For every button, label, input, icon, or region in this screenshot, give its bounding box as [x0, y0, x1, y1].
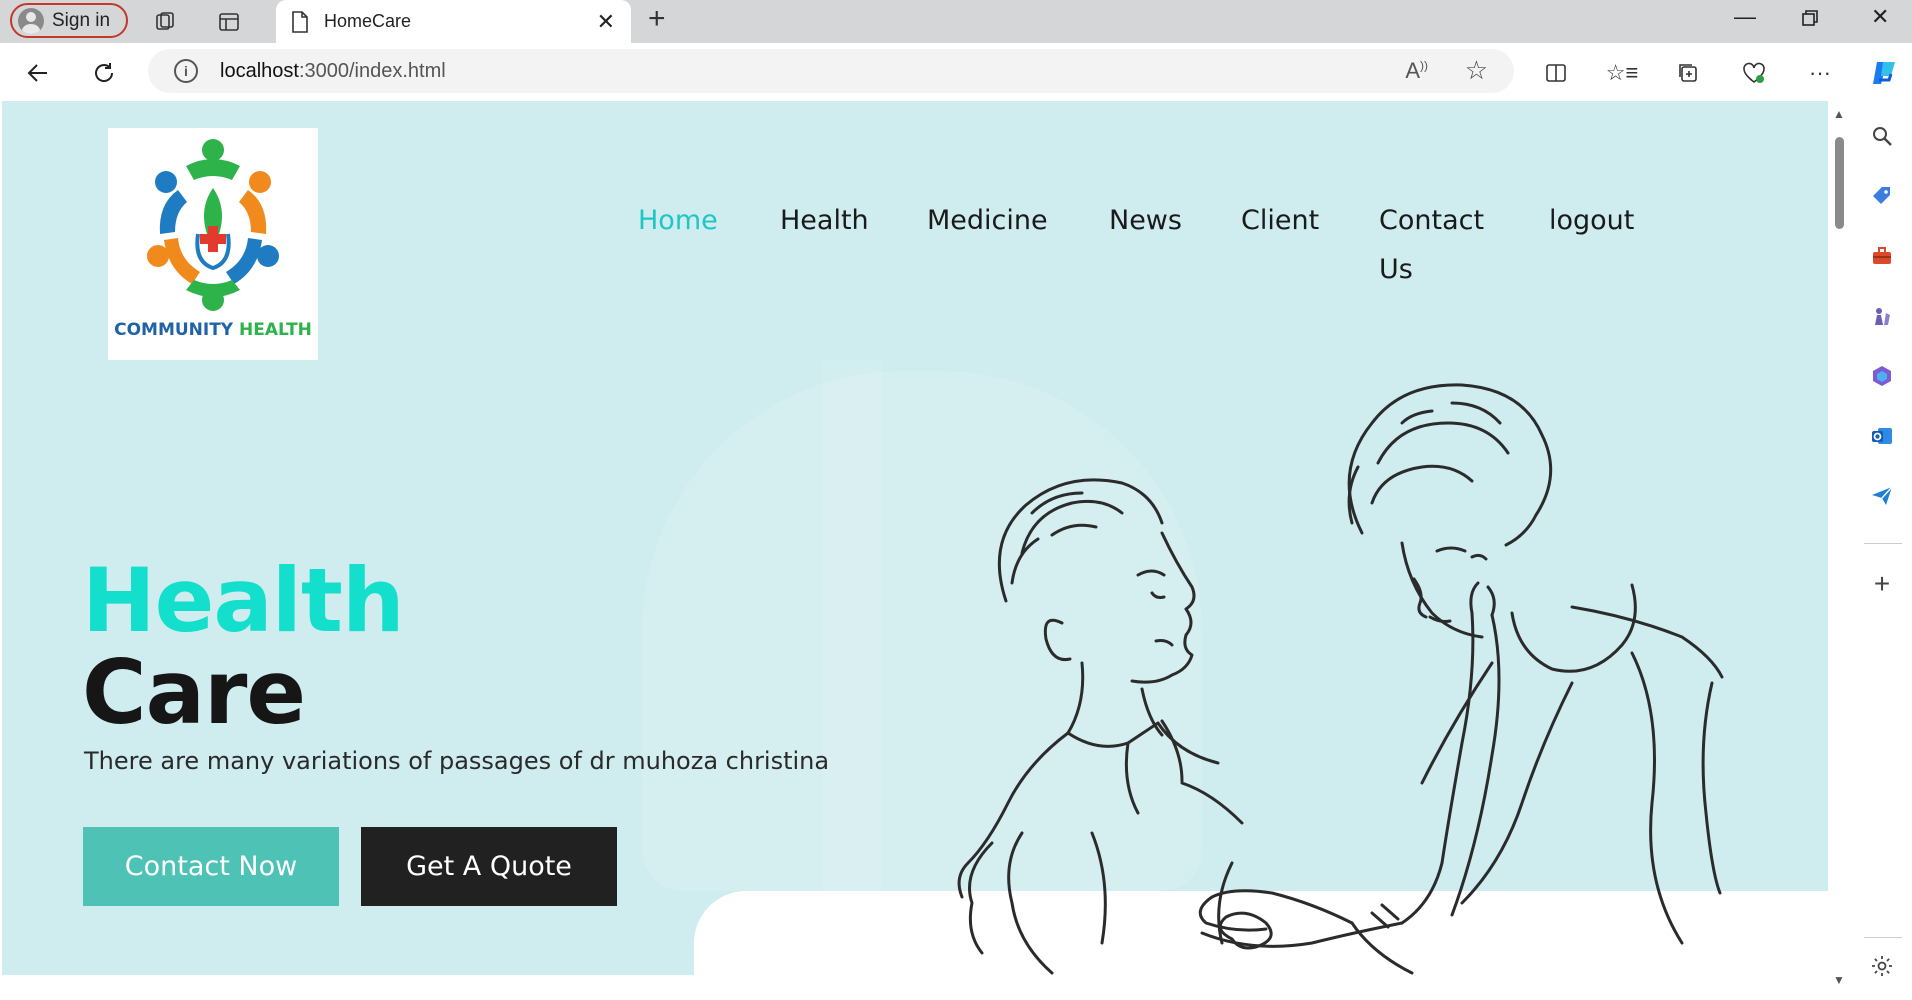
- logo-text-health: HEALTH: [239, 320, 312, 340]
- close-tab-icon[interactable]: ✕: [597, 9, 615, 35]
- tab-title: HomeCare: [324, 11, 412, 31]
- browser-essentials-icon[interactable]: [1738, 57, 1770, 89]
- shopping-tag-icon[interactable]: [1867, 181, 1897, 211]
- community-health-logo-icon: [147, 139, 279, 311]
- restore-icon[interactable]: [1800, 8, 1820, 34]
- logo-text-community: COMMUNITY: [114, 320, 234, 340]
- doctor-patient-illustration: [957, 383, 1724, 975]
- profile-button[interactable]: Sign in: [10, 3, 128, 38]
- browser-toolbar: i localhost:3000/index.html A)) ☆ ☆≡ ···: [0, 43, 1912, 101]
- scrollbar-thumb[interactable]: [1835, 137, 1844, 229]
- logo-text: COMMUNITY HEALTH: [108, 320, 318, 340]
- microsoft-365-icon[interactable]: [1867, 361, 1897, 391]
- sidebar-divider-bottom: [1864, 937, 1902, 938]
- profile-label: Sign in: [52, 9, 111, 31]
- page-viewport: COMMUNITY HEALTH Home Health Medicine Ne…: [2, 101, 1828, 975]
- collections-icon[interactable]: [1672, 57, 1704, 89]
- hero-title-care: Care: [82, 641, 306, 744]
- nav-home[interactable]: Home: [638, 196, 718, 245]
- address-bar[interactable]: i localhost:3000/index.html A)) ☆: [148, 49, 1514, 93]
- avatar: [18, 7, 44, 34]
- nav-health[interactable]: Health: [780, 196, 869, 245]
- background-spine-shape: [822, 361, 882, 921]
- back-icon[interactable]: [22, 57, 54, 89]
- more-options-icon[interactable]: ···: [1804, 57, 1836, 89]
- get-a-quote-button[interactable]: Get A Quote: [361, 827, 617, 906]
- copilot-icon[interactable]: [1868, 57, 1900, 89]
- add-sidebar-app-icon[interactable]: +: [1867, 568, 1897, 599]
- favorites-icon[interactable]: ☆≡: [1606, 57, 1639, 89]
- new-tab-icon[interactable]: +: [648, 2, 666, 36]
- tab-homecare[interactable]: HomeCare ✕: [276, 0, 631, 43]
- send-icon[interactable]: [1867, 481, 1897, 511]
- tools-icon[interactable]: [1867, 241, 1897, 271]
- close-window-icon[interactable]: ✕: [1871, 4, 1889, 30]
- address-path: :3000/index.html: [298, 59, 446, 82]
- favorite-star-icon[interactable]: ☆: [1465, 55, 1488, 86]
- split-screen-icon[interactable]: [1540, 57, 1572, 89]
- nav-client[interactable]: Client: [1241, 196, 1319, 245]
- browser-sidebar: +: [1852, 101, 1912, 1000]
- scroll-down-icon[interactable]: ▼: [1833, 973, 1845, 987]
- nav-news[interactable]: News: [1109, 196, 1182, 245]
- scroll-up-icon[interactable]: ▲: [1833, 107, 1845, 121]
- browser-tab-bar: Sign in HomeCare ✕ + — ✕: [0, 0, 1912, 43]
- sidebar-divider: [1864, 543, 1902, 544]
- settings-gear-icon[interactable]: [1867, 951, 1897, 981]
- address-host: localhost: [220, 59, 299, 82]
- nav-contact-us[interactable]: Contact Us: [1379, 196, 1509, 294]
- nav-logout[interactable]: logout: [1549, 196, 1634, 245]
- nav-medicine[interactable]: Medicine: [927, 196, 1048, 245]
- workspaces-icon[interactable]: [150, 6, 182, 38]
- search-icon[interactable]: [1867, 121, 1897, 151]
- page-icon: [292, 10, 308, 33]
- site-logo[interactable]: COMMUNITY HEALTH: [108, 128, 318, 360]
- hero-subtitle: There are many variations of passages of…: [84, 747, 830, 775]
- games-icon[interactable]: [1867, 301, 1897, 331]
- read-aloud-icon[interactable]: A)): [1405, 58, 1428, 84]
- tab-actions-icon[interactable]: [213, 6, 245, 38]
- refresh-icon[interactable]: [88, 57, 120, 89]
- page-scrollbar[interactable]: ▲ ▼: [1830, 101, 1850, 1000]
- minimize-icon[interactable]: —: [1734, 4, 1756, 30]
- outlook-icon[interactable]: [1867, 421, 1897, 451]
- contact-now-button[interactable]: Contact Now: [83, 827, 339, 906]
- hero-title-health: Health: [82, 549, 405, 652]
- hero-section: COMMUNITY HEALTH Home Health Medicine Ne…: [2, 101, 1828, 975]
- site-info-icon[interactable]: i: [174, 59, 198, 83]
